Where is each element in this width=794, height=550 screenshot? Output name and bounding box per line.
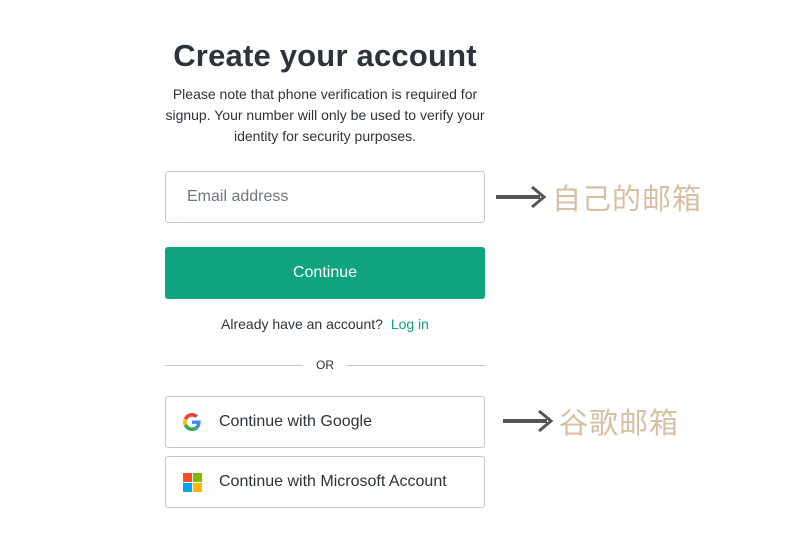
annotation-own-email: 自己的邮箱 xyxy=(496,176,702,218)
email-field[interactable] xyxy=(165,171,485,223)
divider-label: OR xyxy=(316,358,334,372)
annotation-google-email-text: 谷歌邮箱 xyxy=(559,406,680,440)
annotation-own-email-text: 自己的邮箱 xyxy=(552,182,703,216)
google-g-icon xyxy=(182,412,202,432)
microsoft-button-label: Continue with Microsoft Account xyxy=(219,473,447,490)
continue-with-microsoft-button[interactable]: Continue with Microsoft Account xyxy=(165,456,485,508)
login-link[interactable]: Log in xyxy=(391,316,429,332)
page-subtitle: Please note that phone verification is r… xyxy=(165,86,485,144)
continue-button[interactable]: Continue xyxy=(165,247,485,299)
google-button-label: Continue with Google xyxy=(219,413,372,430)
divider-line-right xyxy=(347,365,485,366)
login-prompt-row: Already have an account? Log in xyxy=(165,316,485,332)
continue-with-google-button[interactable]: Continue with Google xyxy=(165,396,485,448)
arrow-right-icon xyxy=(496,182,550,212)
arrow-right-icon xyxy=(503,406,557,436)
login-prompt-text: Already have an account? xyxy=(221,316,383,332)
divider-line-left xyxy=(165,365,303,366)
microsoft-logo-icon xyxy=(182,472,202,492)
page-title: Create your account xyxy=(173,38,477,73)
annotation-google-email: 谷歌邮箱 xyxy=(503,400,679,442)
